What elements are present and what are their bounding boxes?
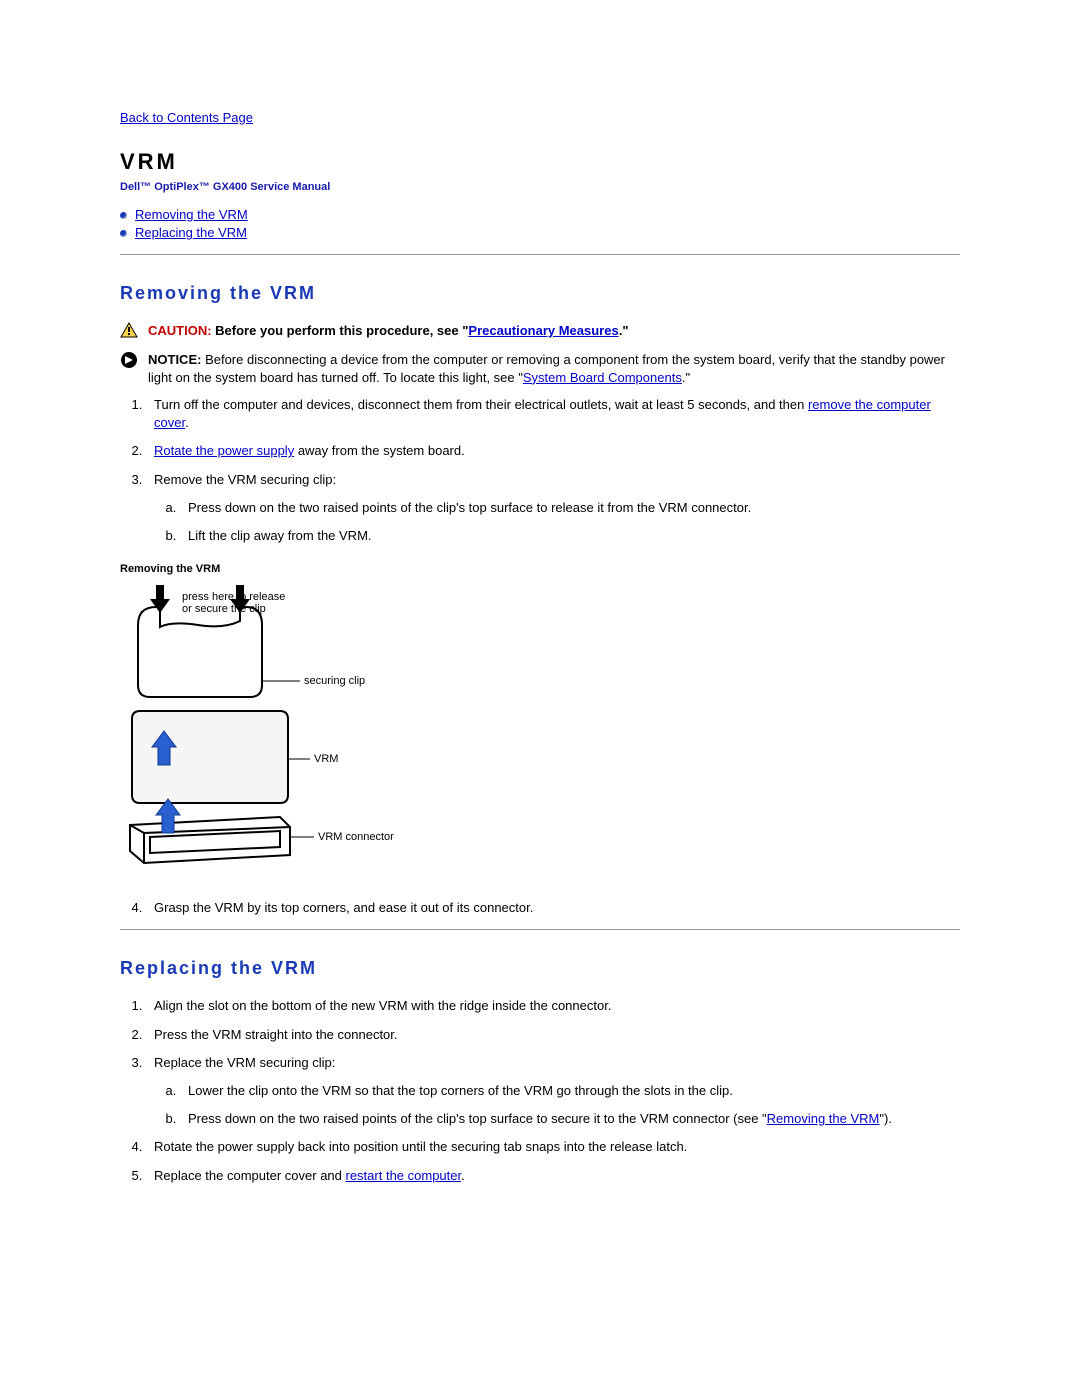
- precautionary-measures-link[interactable]: Precautionary Measures: [468, 323, 618, 338]
- rp-step3b-prefix: Press down on the two raised points of t…: [188, 1111, 767, 1126]
- caution-row: CAUTION: Before you perform this procedu…: [120, 322, 960, 341]
- rp-step5-suffix: .: [461, 1168, 465, 1183]
- replacing-heading: Replacing the VRM: [120, 958, 960, 979]
- rp-step3: Replace the VRM securing clip:: [154, 1055, 335, 1070]
- rp-step3a: Lower the clip onto the VRM so that the …: [180, 1082, 960, 1100]
- rp-step3b-suffix: ").: [879, 1111, 892, 1126]
- caution-prefix: Before you perform this procedure, see ": [215, 323, 468, 338]
- system-board-components-link[interactable]: System Board Components: [523, 370, 682, 385]
- rp-step3-sub: Lower the clip onto the VRM so that the …: [180, 1082, 960, 1128]
- page-title: VRM: [120, 149, 960, 175]
- removing-steps: Turn off the computer and devices, disco…: [146, 396, 960, 545]
- vrm-figure: press here to release or secure the clip…: [120, 585, 440, 885]
- removing-steps-cont: Grasp the VRM by its top corners, and ea…: [146, 899, 960, 917]
- rm-step3b: Lift the clip away from the VRM.: [180, 527, 960, 545]
- figure-label-press: press here to release or secure the clip: [182, 591, 285, 615]
- caution-suffix: .": [619, 323, 629, 338]
- replacing-steps: Align the slot on the bottom of the new …: [146, 997, 960, 1184]
- rp-step5-prefix: Replace the computer cover and: [154, 1168, 346, 1183]
- removing-heading: Removing the VRM: [120, 283, 960, 304]
- divider: [120, 254, 960, 255]
- divider: [120, 929, 960, 930]
- rp-step1: Align the slot on the bottom of the new …: [146, 997, 960, 1015]
- caution-label: CAUTION:: [148, 323, 215, 338]
- toc-list: Removing the VRM Replacing the VRM: [120, 207, 960, 240]
- rm-step2-suffix: away from the system board.: [294, 443, 465, 458]
- rm-step1-suffix: .: [185, 415, 189, 430]
- rotate-power-supply-link[interactable]: Rotate the power supply: [154, 443, 294, 458]
- notice-label: NOTICE:: [148, 352, 205, 367]
- rm-step3-sub: Press down on the two raised points of t…: [180, 499, 960, 545]
- figure-caption: Removing the VRM: [120, 563, 960, 575]
- notice-row: NOTICE: Before disconnecting a device fr…: [120, 351, 960, 386]
- notice-icon: [120, 351, 142, 372]
- rm-step4: Grasp the VRM by its top corners, and ea…: [146, 899, 960, 917]
- figure-label-vrm: VRM: [314, 753, 338, 765]
- rp-step4: Rotate the power supply back into positi…: [146, 1138, 960, 1156]
- rm-step3: Remove the VRM securing clip:: [154, 472, 336, 487]
- caution-icon: [120, 322, 142, 341]
- rm-step1-prefix: Turn off the computer and devices, disco…: [154, 397, 808, 412]
- back-to-contents-link[interactable]: Back to Contents Page: [120, 110, 253, 125]
- figure-label-clip: securing clip: [304, 675, 365, 687]
- notice-suffix: .": [682, 370, 690, 385]
- manual-subtitle: Dell™ OptiPlex™ GX400 Service Manual: [120, 181, 960, 193]
- removing-vrm-link[interactable]: Removing the VRM: [767, 1111, 880, 1126]
- toc-removing-link[interactable]: Removing the VRM: [135, 207, 248, 222]
- toc-replacing-link[interactable]: Replacing the VRM: [135, 225, 247, 240]
- rm-step3a: Press down on the two raised points of t…: [180, 499, 960, 517]
- rp-step2: Press the VRM straight into the connecto…: [146, 1026, 960, 1044]
- restart-computer-link[interactable]: restart the computer: [346, 1168, 462, 1183]
- figure-label-connector: VRM connector: [318, 831, 394, 843]
